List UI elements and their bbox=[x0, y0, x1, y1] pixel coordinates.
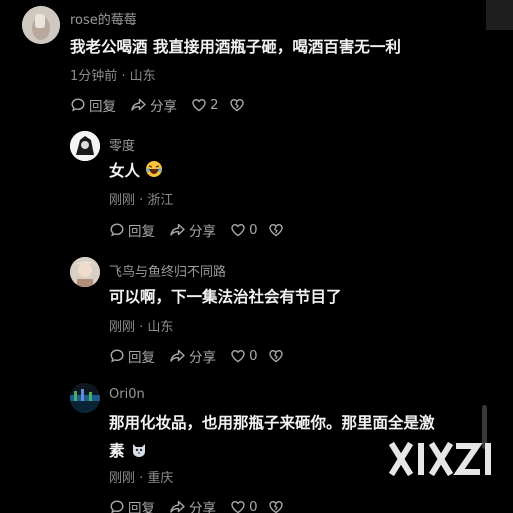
top-right-panel bbox=[486, 0, 513, 30]
share-arrow-icon bbox=[170, 500, 185, 513]
comment-text: 我老公喝酒 我直接用酒瓶子砸，喝酒百害无一利 bbox=[70, 38, 401, 56]
broken-heart-icon bbox=[229, 98, 244, 112]
cat-emoji bbox=[132, 444, 145, 457]
comment-text-body: 女人 bbox=[109, 162, 141, 180]
heart-icon bbox=[231, 500, 245, 513]
reply-bubble-icon bbox=[110, 500, 124, 513]
like-count: 2 bbox=[210, 97, 219, 113]
dislike-button[interactable] bbox=[268, 348, 287, 364]
reply-label: 回复 bbox=[128, 501, 155, 513]
dislike-button[interactable] bbox=[229, 97, 248, 113]
avatar[interactable] bbox=[22, 6, 60, 44]
comment-text: 可以啊，下一集法治社会有节目了 bbox=[109, 288, 342, 306]
comment-text-line: 那用化妆品，也用那瓶子来砸你。那里面全是激 bbox=[109, 414, 435, 432]
like-count: 0 bbox=[249, 222, 258, 238]
username[interactable]: 零度 bbox=[109, 135, 135, 154]
watermark-logo bbox=[389, 440, 493, 478]
reply-button[interactable]: 回复 bbox=[109, 220, 155, 240]
dislike-button[interactable] bbox=[268, 499, 287, 513]
comment-actions: 回复 分享 2 bbox=[70, 95, 262, 115]
comment-meta: 刚刚 · 山东 bbox=[109, 320, 174, 335]
reply-bubble-icon bbox=[110, 349, 124, 363]
reply-bubble-icon bbox=[71, 98, 85, 112]
username[interactable]: Ori0n bbox=[109, 387, 145, 402]
reply-label: 回复 bbox=[128, 224, 155, 240]
comment-text-body: 素 bbox=[109, 442, 125, 460]
share-button[interactable]: 分享 bbox=[169, 220, 216, 240]
comment-text: 女人 bbox=[109, 157, 163, 185]
like-count: 0 bbox=[249, 499, 258, 513]
reply-label: 回复 bbox=[89, 99, 116, 115]
like-button[interactable]: 2 bbox=[191, 97, 219, 113]
share-button[interactable]: 分享 bbox=[169, 346, 216, 366]
broken-heart-icon bbox=[268, 349, 283, 363]
share-label: 分享 bbox=[189, 501, 216, 513]
comment-meta: 刚刚 · 重庆 bbox=[109, 471, 174, 486]
username[interactable]: rose的莓莓 bbox=[70, 9, 137, 28]
like-button[interactable]: 0 bbox=[230, 222, 258, 238]
avatar[interactable] bbox=[70, 383, 100, 413]
broken-heart-icon bbox=[268, 500, 283, 513]
broken-heart-icon bbox=[268, 223, 283, 237]
heart-icon bbox=[231, 349, 245, 363]
comment-meta: 1分钟前 · 山东 bbox=[70, 69, 156, 84]
reply-bubble-icon bbox=[110, 223, 124, 237]
comment-actions: 回复 分享 0 bbox=[109, 220, 301, 240]
reply-label: 回复 bbox=[128, 350, 155, 366]
reply-button[interactable]: 回复 bbox=[109, 497, 155, 513]
comments-screen: rose的莓莓 我老公喝酒 我直接用酒瓶子砸，喝酒百害无一利 1分钟前 · 山东… bbox=[0, 0, 513, 513]
avatar[interactable] bbox=[70, 257, 100, 287]
like-button[interactable]: 0 bbox=[230, 348, 258, 364]
dislike-button[interactable] bbox=[268, 222, 287, 238]
comment-actions: 回复 分享 0 bbox=[109, 497, 301, 513]
like-button[interactable]: 0 bbox=[230, 499, 258, 513]
share-label: 分享 bbox=[150, 99, 177, 115]
reply-button[interactable]: 回复 bbox=[109, 346, 155, 366]
share-button[interactable]: 分享 bbox=[130, 95, 177, 115]
like-count: 0 bbox=[249, 348, 258, 364]
avatar[interactable] bbox=[70, 131, 100, 161]
share-label: 分享 bbox=[189, 224, 216, 240]
comment-actions: 回复 分享 0 bbox=[109, 346, 301, 366]
username[interactable]: 飞鸟与鱼终归不同路 bbox=[109, 261, 226, 280]
share-arrow-icon bbox=[170, 349, 185, 362]
comment-meta: 刚刚 · 浙江 bbox=[109, 193, 174, 208]
share-arrow-icon bbox=[170, 223, 185, 236]
heart-icon bbox=[231, 223, 245, 237]
share-arrow-icon bbox=[131, 98, 146, 111]
share-label: 分享 bbox=[189, 350, 216, 366]
reply-button[interactable]: 回复 bbox=[70, 95, 116, 115]
heart-icon bbox=[192, 98, 206, 112]
laughing-tears-emoji bbox=[146, 161, 163, 177]
share-button[interactable]: 分享 bbox=[169, 497, 216, 513]
